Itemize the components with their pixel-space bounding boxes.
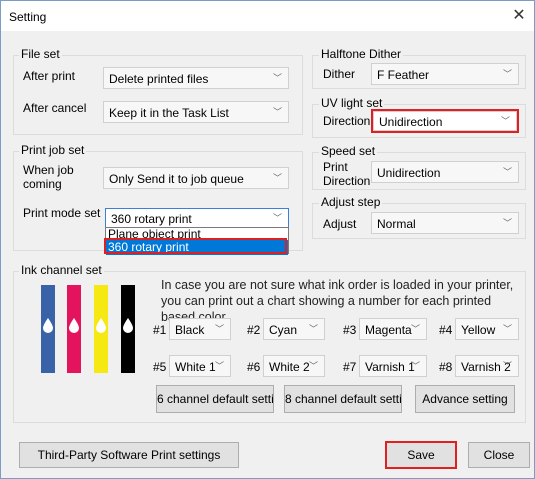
halftone-title: Halftone Dither	[319, 47, 404, 61]
channel-1-value: Black	[175, 323, 205, 337]
title-bar: Setting ✕	[1, 1, 534, 31]
print-mode-value: 360 rotary print	[111, 212, 192, 226]
print-direction-select[interactable]: Unidirection ﹀	[371, 161, 519, 183]
dither-value: F Feather	[377, 68, 430, 82]
chevron-down-icon: ﹀	[272, 213, 282, 223]
six-channel-default-button[interactable]: 6 channel default settings	[156, 385, 274, 413]
chevron-down-icon: ﹀	[502, 324, 512, 334]
channel-2-number: #2	[247, 323, 261, 337]
chevron-down-icon: ﹀	[272, 107, 282, 117]
print-direction-label: Print Direction	[323, 160, 371, 188]
print-mode-label: Print mode set	[23, 206, 101, 220]
when-job-select[interactable]: Only Send it to job queue ﹀	[103, 167, 289, 189]
ink-column-magenta	[67, 285, 81, 373]
eight-channel-default-button[interactable]: 8 channel default settings	[284, 385, 402, 413]
chevron-down-icon: ﹀	[272, 73, 282, 83]
advance-setting-button[interactable]: Advance setting	[415, 385, 515, 413]
after-print-value: Delete printed files	[109, 72, 209, 86]
after-print-select[interactable]: Delete printed files ﹀	[103, 67, 289, 89]
chevron-down-icon: ﹀	[272, 173, 282, 183]
print-job-set-title: Print job set	[19, 143, 87, 157]
channel-5-value: White 1	[175, 360, 216, 374]
channel-2-select[interactable]: Cyan ﹀	[263, 318, 325, 340]
channel-8-number: #8	[439, 360, 453, 374]
chevron-down-icon: ﹀	[410, 324, 420, 334]
chevron-down-icon: ﹀	[214, 324, 224, 334]
chevron-down-icon: ﹀	[410, 361, 420, 371]
channel-6-select[interactable]: White 2 ﹀	[263, 355, 325, 377]
after-cancel-select[interactable]: Keep it in the Task List ﹀	[103, 101, 289, 123]
channel-6-number: #6	[247, 360, 261, 374]
after-print-label: After print	[23, 69, 76, 83]
adjust-label: Adjust	[323, 217, 357, 231]
highlight-box	[104, 238, 287, 254]
channel-4-number: #4	[439, 323, 453, 337]
channel-4-value: Yellow	[461, 323, 496, 337]
speed-title: Speed set	[319, 144, 378, 158]
settings-window: Setting ✕ File set After print Delete pr…	[0, 0, 535, 479]
when-job-label: When job coming	[23, 163, 74, 191]
window-title: Setting	[9, 10, 47, 24]
dither-select[interactable]: F Feather ﹀	[371, 63, 519, 85]
ink-column-yellow	[94, 285, 108, 373]
ink-drop-icon	[43, 318, 53, 333]
channel-3-number: #3	[343, 323, 357, 337]
channel-3-value: Magenta	[365, 323, 412, 337]
ink-column-blue	[41, 285, 55, 373]
file-set-title: File set	[19, 47, 62, 61]
channel-3-select[interactable]: Magenta ﹀	[359, 318, 427, 340]
ink-channel-title: Ink channel set	[19, 263, 104, 277]
uv-direction-label: Direction	[323, 114, 371, 128]
third-party-print-settings-button[interactable]: Third-Party Software Print settings	[19, 442, 239, 468]
adjust-value: Normal	[377, 217, 416, 231]
channel-4-select[interactable]: Yellow ﹀	[455, 318, 519, 340]
ink-drop-icon	[96, 318, 106, 333]
close-button[interactable]: Close	[468, 442, 530, 468]
channel-6-value: White 2	[269, 360, 310, 374]
channel-5-number: #5	[153, 360, 167, 374]
print-direction-value: Unidirection	[377, 166, 441, 180]
chevron-down-icon: ﹀	[308, 324, 318, 334]
chevron-down-icon: ﹀	[502, 361, 512, 371]
channel-2-value: Cyan	[269, 323, 298, 337]
chevron-down-icon: ﹀	[502, 69, 512, 79]
channel-7-select[interactable]: Varnish 1 ﹀	[359, 355, 427, 377]
chevron-down-icon: ﹀	[502, 167, 512, 177]
channel-1-number: #1	[153, 323, 167, 337]
ink-drop-icon	[123, 318, 133, 333]
uv-light-title: UV light set	[319, 96, 385, 110]
channel-5-select[interactable]: White 1 ﹀	[169, 355, 231, 377]
channel-8-select[interactable]: Varnish 2 ﹀	[455, 355, 519, 377]
after-cancel-label: After cancel	[23, 101, 87, 115]
highlight-box	[385, 441, 457, 469]
adjust-title: Adjust step	[319, 195, 383, 209]
chevron-down-icon: ﹀	[502, 218, 512, 228]
highlight-box	[371, 109, 519, 133]
dither-label: Dither	[323, 67, 356, 81]
channel-1-select[interactable]: Black ﹀	[169, 318, 231, 340]
chevron-down-icon: ﹀	[308, 361, 318, 371]
print-mode-select[interactable]: 360 rotary print ﹀	[105, 208, 289, 228]
when-job-value: Only Send it to job queue	[109, 172, 244, 186]
channel-7-number: #7	[343, 360, 357, 374]
after-cancel-value: Keep it in the Task List	[109, 106, 229, 120]
chevron-down-icon: ﹀	[214, 361, 224, 371]
close-icon[interactable]: ✕	[510, 7, 528, 25]
channel-7-value: Varnish 1	[365, 360, 415, 374]
ink-column-black	[121, 285, 135, 373]
ink-drop-icon	[69, 318, 79, 333]
adjust-select[interactable]: Normal ﹀	[371, 212, 519, 234]
